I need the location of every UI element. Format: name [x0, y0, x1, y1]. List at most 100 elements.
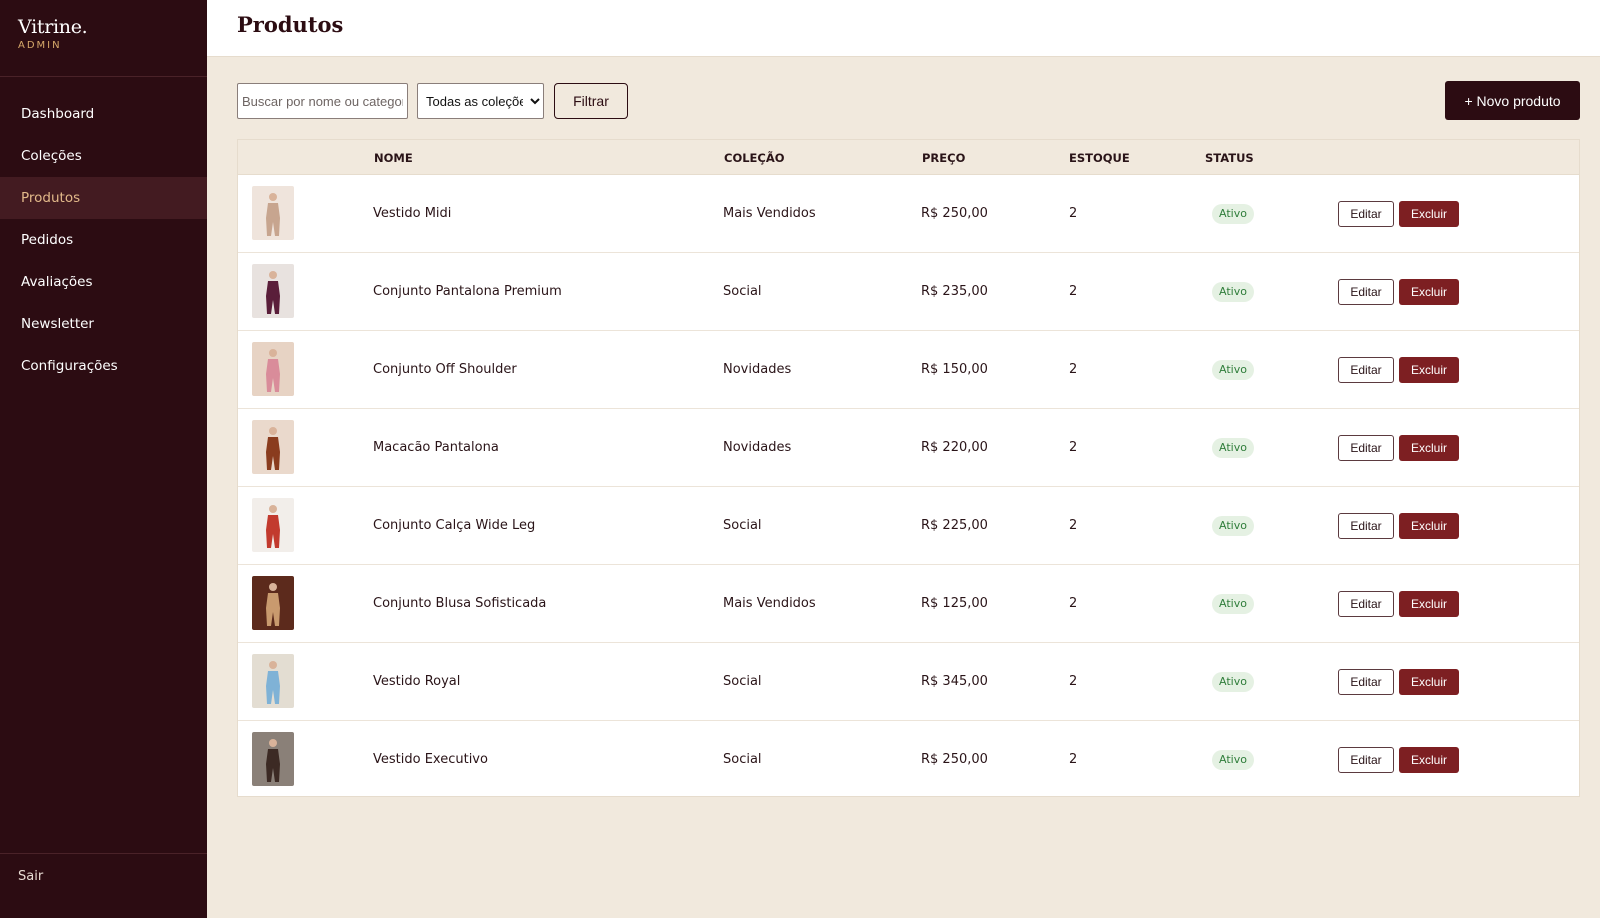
topbar: Produtos — [207, 0, 1600, 57]
edit-button[interactable]: Editar — [1338, 357, 1394, 383]
sidebar: Vitrine. ADMIN Dashboard Coleções Produt… — [0, 0, 207, 918]
product-price: R$ 220,00 — [921, 440, 988, 455]
table-row: Conjunto Off Shoulder Novidades R$ 150,0… — [238, 331, 1579, 409]
product-collection: Mais Vendidos — [723, 596, 816, 611]
status-badge: Ativo — [1212, 516, 1254, 536]
delete-button[interactable]: Excluir — [1399, 435, 1459, 461]
product-collection: Social — [723, 284, 762, 299]
product-name: Vestido Executivo — [373, 752, 488, 767]
table-row: Macacão Pantalona Novidades R$ 220,00 2 … — [238, 409, 1579, 487]
edit-button[interactable]: Editar — [1338, 201, 1394, 227]
edit-button[interactable]: Editar — [1338, 279, 1394, 305]
product-stock: 2 — [1069, 752, 1078, 767]
product-name: Conjunto Blusa Sofisticada — [373, 596, 547, 611]
edit-button[interactable]: Editar — [1338, 513, 1394, 539]
table-header: NOME COLEÇÃO PREÇO ESTOQUE STATUS — [238, 140, 1579, 175]
product-thumbnail — [252, 342, 294, 396]
edit-button[interactable]: Editar — [1338, 747, 1394, 773]
status-badge: Ativo — [1212, 360, 1254, 380]
sidebar-item-produtos[interactable]: Produtos — [0, 177, 207, 219]
table-row: Conjunto Pantalona Premium Social R$ 235… — [238, 253, 1579, 331]
table-body: Vestido Midi Mais Vendidos R$ 250,00 2 A… — [238, 175, 1579, 799]
header-collection: COLEÇÃO — [724, 151, 785, 165]
table-row: Conjunto Calça Wide Leg Social R$ 225,00… — [238, 487, 1579, 565]
page-title: Produtos — [237, 12, 344, 37]
sidebar-footer: Sair — [0, 853, 207, 918]
product-price: R$ 225,00 — [921, 518, 988, 533]
header-name: NOME — [374, 151, 413, 165]
product-name: Conjunto Off Shoulder — [373, 362, 517, 377]
table-row: Vestido Royal Social R$ 345,00 2 Ativo E… — [238, 643, 1579, 721]
header-stock: ESTOQUE — [1069, 151, 1130, 165]
delete-button[interactable]: Excluir — [1399, 747, 1459, 773]
header-price: PREÇO — [922, 151, 966, 165]
delete-button[interactable]: Excluir — [1399, 669, 1459, 695]
brand-logo[interactable]: Vitrine. — [18, 16, 207, 38]
sidebar-item-configuracoes[interactable]: Configurações — [0, 345, 207, 387]
product-name: Conjunto Pantalona Premium — [373, 284, 562, 299]
product-name: Macacão Pantalona — [373, 440, 499, 455]
delete-button[interactable]: Excluir — [1399, 201, 1459, 227]
new-product-button[interactable]: + Novo produto — [1445, 81, 1580, 120]
delete-button[interactable]: Excluir — [1399, 513, 1459, 539]
product-price: R$ 250,00 — [921, 206, 988, 221]
sidebar-item-colecoes[interactable]: Coleções — [0, 135, 207, 177]
brand: Vitrine. ADMIN — [0, 0, 207, 77]
product-stock: 2 — [1069, 206, 1078, 221]
product-collection: Social — [723, 674, 762, 689]
collection-select[interactable]: Todas as coleções — [417, 83, 544, 119]
status-badge: Ativo — [1212, 204, 1254, 224]
edit-button[interactable]: Editar — [1338, 435, 1394, 461]
product-collection: Social — [723, 518, 762, 533]
table-row: Vestido Midi Mais Vendidos R$ 250,00 2 A… — [238, 175, 1579, 253]
product-thumbnail — [252, 186, 294, 240]
product-collection: Social — [723, 752, 762, 767]
product-price: R$ 125,00 — [921, 596, 988, 611]
product-thumbnail — [252, 264, 294, 318]
product-thumbnail — [252, 576, 294, 630]
product-stock: 2 — [1069, 518, 1078, 533]
status-badge: Ativo — [1212, 282, 1254, 302]
brand-subtitle: ADMIN — [18, 40, 62, 51]
status-badge: Ativo — [1212, 672, 1254, 692]
table-row: Vestido Executivo Social R$ 250,00 2 Ati… — [238, 721, 1579, 799]
status-badge: Ativo — [1212, 438, 1254, 458]
product-thumbnail — [252, 732, 294, 786]
sidebar-item-avaliacoes[interactable]: Avaliações — [0, 261, 207, 303]
product-collection: Mais Vendidos — [723, 206, 816, 221]
search-input[interactable] — [237, 83, 408, 119]
product-stock: 2 — [1069, 596, 1078, 611]
header-status: STATUS — [1205, 151, 1254, 165]
product-price: R$ 250,00 — [921, 752, 988, 767]
product-collection: Novidades — [723, 362, 792, 377]
product-stock: 2 — [1069, 284, 1078, 299]
product-thumbnail — [252, 420, 294, 474]
product-stock: 2 — [1069, 440, 1078, 455]
sidebar-item-newsletter[interactable]: Newsletter — [0, 303, 207, 345]
product-price: R$ 150,00 — [921, 362, 988, 377]
product-collection: Novidades — [723, 440, 792, 455]
filter-button[interactable]: Filtrar — [554, 83, 628, 119]
product-name: Vestido Royal — [373, 674, 461, 689]
edit-button[interactable]: Editar — [1338, 591, 1394, 617]
product-thumbnail — [252, 498, 294, 552]
product-name: Vestido Midi — [373, 206, 452, 221]
delete-button[interactable]: Excluir — [1399, 279, 1459, 305]
logout-link[interactable]: Sair — [18, 869, 43, 884]
product-stock: 2 — [1069, 674, 1078, 689]
sidebar-item-dashboard[interactable]: Dashboard — [0, 93, 207, 135]
delete-button[interactable]: Excluir — [1399, 591, 1459, 617]
sidebar-item-pedidos[interactable]: Pedidos — [0, 219, 207, 261]
delete-button[interactable]: Excluir — [1399, 357, 1459, 383]
products-table: NOME COLEÇÃO PREÇO ESTOQUE STATUS Vestid… — [237, 139, 1580, 797]
product-name: Conjunto Calça Wide Leg — [373, 518, 536, 533]
table-row: Conjunto Blusa Sofisticada Mais Vendidos… — [238, 565, 1579, 643]
product-price: R$ 345,00 — [921, 674, 988, 689]
status-badge: Ativo — [1212, 750, 1254, 770]
sidebar-nav: Dashboard Coleções Produtos Pedidos Aval… — [0, 93, 207, 387]
product-stock: 2 — [1069, 362, 1078, 377]
product-price: R$ 235,00 — [921, 284, 988, 299]
edit-button[interactable]: Editar — [1338, 669, 1394, 695]
status-badge: Ativo — [1212, 594, 1254, 614]
product-thumbnail — [252, 654, 294, 708]
